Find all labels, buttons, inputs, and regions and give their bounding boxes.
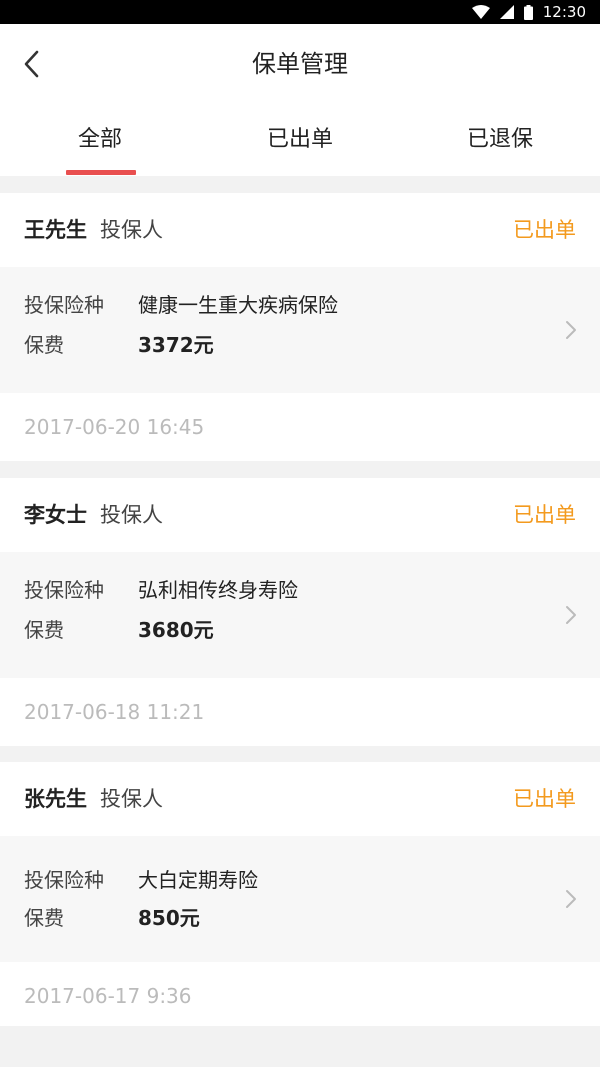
policy-card-detail[interactable]: 投保险种 大白定期寿险 保费 850元 (0, 836, 600, 962)
premium-value: 3372元 (138, 333, 214, 357)
policy-status: 已出单 (513, 218, 576, 242)
policy-holder-name: 王先生 (24, 218, 87, 242)
policy-date: 2017-06-20 16:45 (24, 415, 205, 439)
policy-card: 王先生 投保人 已出单 投保险种 健康一生重大疾病保险 保费 3372元 201… (0, 193, 600, 461)
policy-card: 李女士 投保人 已出单 投保险种 弘利相传终身寿险 保费 3680元 2017-… (0, 478, 600, 746)
policy-card-header: 李女士 投保人 已出单 (0, 478, 600, 552)
battery-icon (523, 4, 533, 20)
product-name: 弘利相传终身寿险 (138, 578, 298, 602)
wifi-icon (471, 5, 490, 19)
policy-status: 已出单 (513, 787, 576, 811)
policy-card: 张先生 投保人 已出单 投保险种 大白定期寿险 保费 850元 2017-06-… (0, 762, 600, 1026)
premium-label: 保费 (24, 333, 64, 357)
chevron-right-icon (566, 606, 576, 624)
signal-icon (499, 5, 514, 19)
policy-card-header: 王先生 投保人 已出单 (0, 193, 600, 267)
tab-all[interactable]: 全部 (0, 104, 200, 176)
policy-holder-role: 投保人 (100, 787, 163, 811)
policy-card-footer: 2017-06-17 9:36 (0, 962, 600, 1030)
tab-active-indicator (66, 170, 136, 175)
chevron-right-icon (566, 321, 576, 339)
status-bar: 12:30 (0, 0, 600, 24)
product-name: 大白定期寿险 (138, 868, 258, 892)
policy-holder-name: 李女士 (24, 503, 87, 527)
policy-holder-role: 投保人 (100, 503, 163, 527)
premium-label: 保费 (24, 618, 64, 642)
premium-value: 850元 (138, 906, 200, 930)
status-time: 12:30 (542, 3, 586, 21)
policy-card-footer: 2017-06-20 16:45 (0, 393, 600, 461)
product-label: 投保险种 (24, 578, 104, 602)
policy-card-detail[interactable]: 投保险种 健康一生重大疾病保险 保费 3372元 (0, 267, 600, 393)
tab-bar: 全部 已出单 已退保 (0, 104, 600, 176)
policy-status: 已出单 (513, 503, 576, 527)
policy-card-header: 张先生 投保人 已出单 (0, 762, 600, 836)
policy-date: 2017-06-18 11:21 (24, 700, 205, 724)
tab-refunded[interactable]: 已退保 (400, 104, 600, 176)
product-label: 投保险种 (24, 293, 104, 317)
product-label: 投保险种 (24, 868, 104, 892)
nav-bar: 保单管理 (0, 24, 600, 104)
policy-date: 2017-06-17 9:36 (24, 984, 192, 1008)
premium-value: 3680元 (138, 618, 214, 642)
premium-label: 保费 (24, 906, 64, 930)
policy-holder-role: 投保人 (100, 218, 163, 242)
chevron-right-icon (566, 890, 576, 908)
policy-card-footer: 2017-06-18 11:21 (0, 678, 600, 746)
tab-issued[interactable]: 已出单 (200, 104, 400, 176)
product-name: 健康一生重大疾病保险 (138, 293, 338, 317)
page-title: 保单管理 (252, 50, 348, 78)
policy-card-detail[interactable]: 投保险种 弘利相传终身寿险 保费 3680元 (0, 552, 600, 678)
policy-holder-name: 张先生 (24, 787, 87, 811)
